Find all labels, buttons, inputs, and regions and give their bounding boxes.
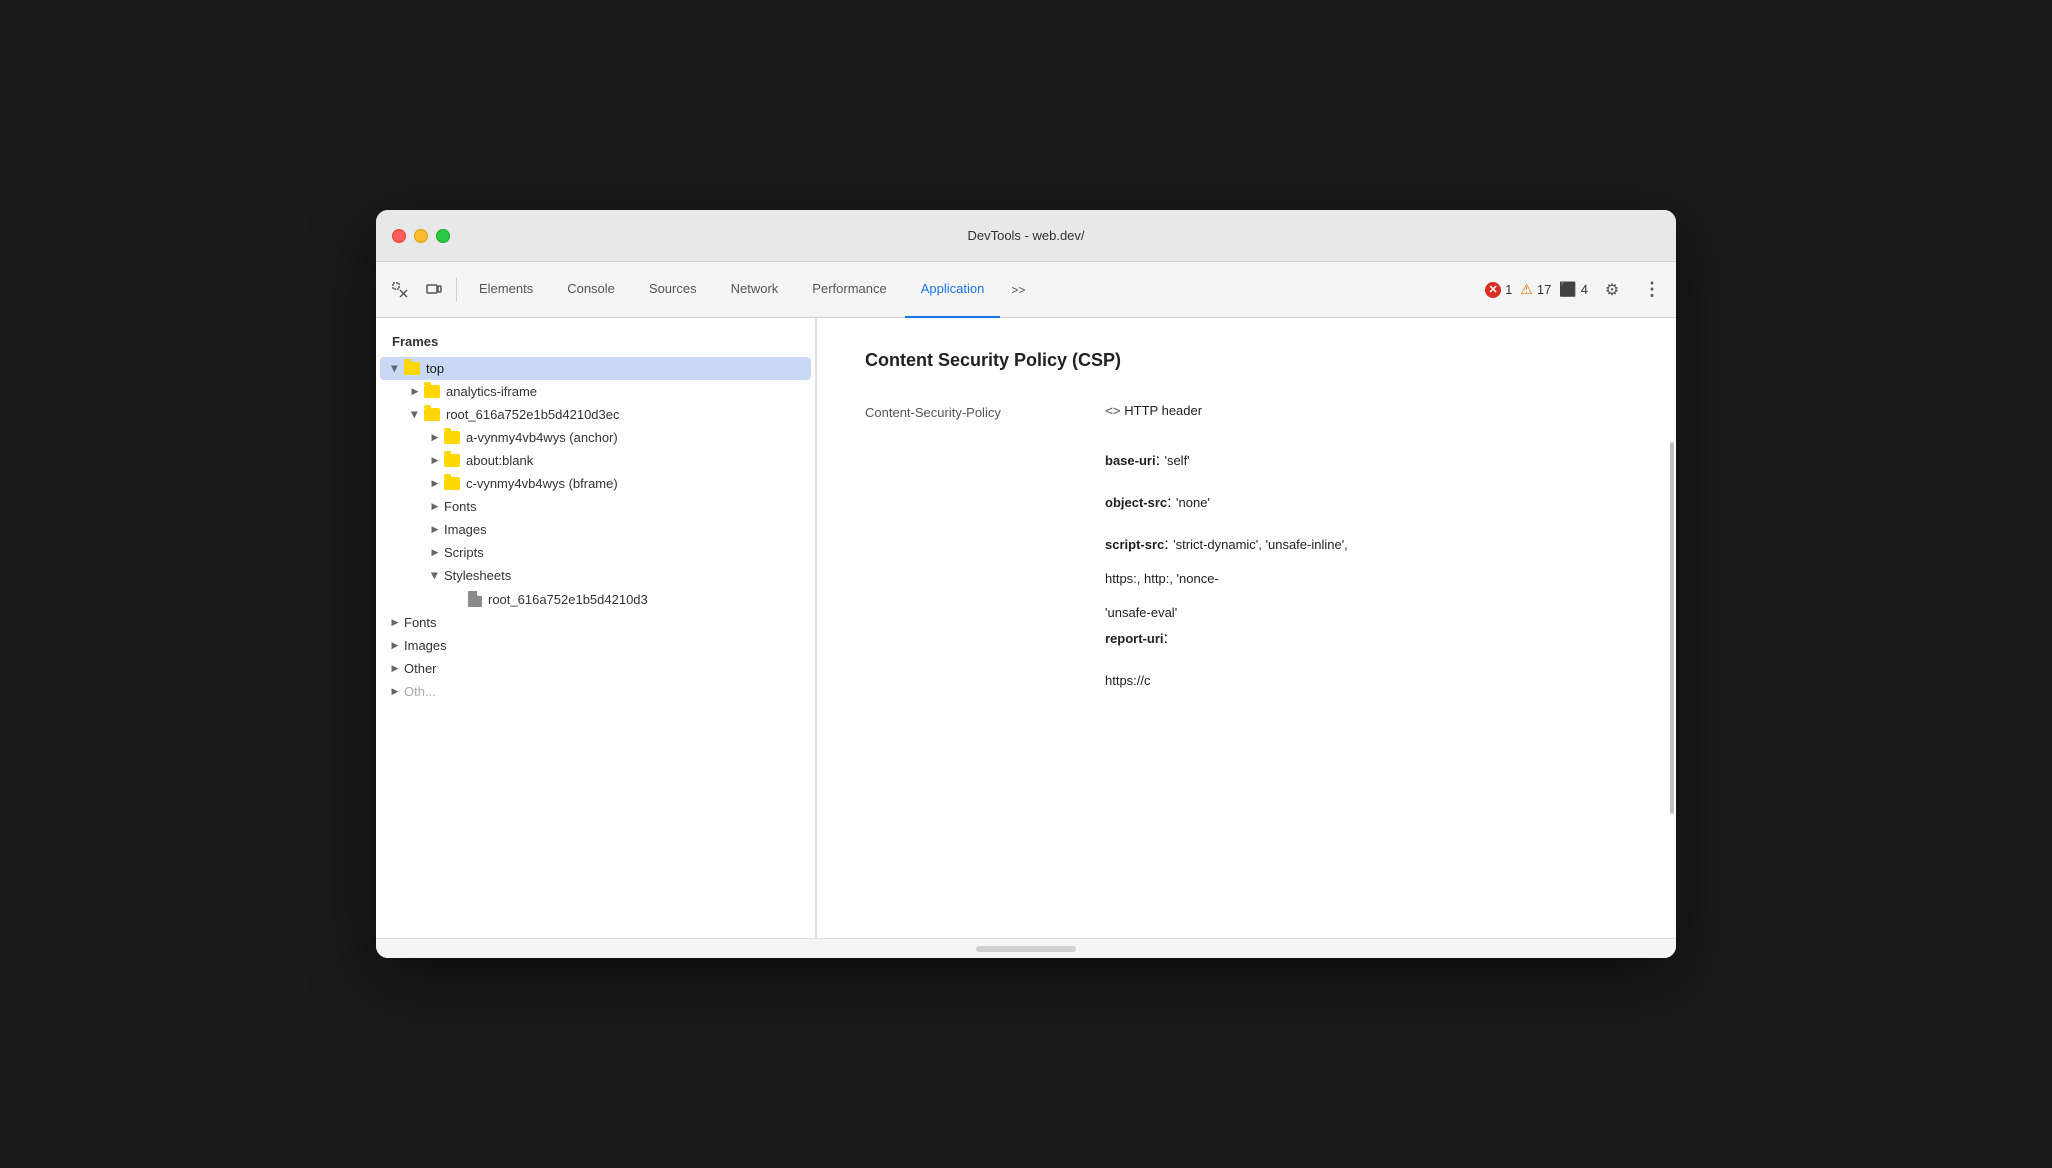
csp-nonce-value: https:, http:, 'nonce- [1105,571,1219,586]
directive-value-base-uri: 'self' [1164,453,1189,468]
warning-triangle-icon: ⚠ [1520,281,1533,298]
csp-continuation-2: 'unsafe-eval' [865,604,1628,622]
tree-item-images-sub[interactable]: ▶ Images [380,518,811,541]
tree-item-stylesheets-sub[interactable]: ▶ Stylesheets [380,564,811,587]
tree-item-fonts-top[interactable]: ▶ Fonts [380,611,811,634]
csp-continuation-1: https:, http:, 'nonce- [865,570,1628,588]
tab-elements[interactable]: Elements [463,262,549,318]
more-tabs-button[interactable]: >> [1002,274,1034,306]
more-menu-button[interactable]: ⋮ [1636,274,1668,306]
inspect-icon-button[interactable] [384,274,416,306]
expand-arrow-images-top: ▶ [388,639,402,653]
directive-name-report-uri: report-uri [1105,631,1164,646]
devtools-window: DevTools - web.dev/ Elements Console Sou… [376,210,1676,958]
traffic-lights [392,229,450,243]
file-icon-ss [468,591,482,607]
csp-header-value: <> HTTP header [1105,403,1628,419]
expand-arrow-more: ▶ [388,685,402,699]
tree-item-analytics-iframe[interactable]: ▶ analytics-iframe [380,380,811,403]
main-panel: Content Security Policy (CSP) Content-Se… [817,318,1676,938]
settings-button[interactable]: ⚙ [1596,274,1628,306]
directive-value-script-src: 'strict-dynamic', 'unsafe-inline', [1173,537,1348,552]
folder-icon-analytics [424,385,440,398]
inspect-icon [392,282,408,298]
expand-arrow-images-sub: ▶ [428,523,442,537]
info-badge[interactable]: ⬛ 4 [1559,281,1588,298]
directive-script-src: script-src: 'strict-dynamic', 'unsafe-in… [865,536,1628,554]
errors-badge[interactable]: ✕ 1 [1485,282,1512,298]
close-button[interactable] [392,229,406,243]
http-header-text: HTTP header [1124,403,1202,418]
tree-item-more[interactable]: ▶ Oth... [380,680,811,703]
tab-network[interactable]: Network [715,262,795,318]
toolbar-divider [456,278,457,302]
tab-application[interactable]: Application [905,262,1001,318]
folder-icon-root [424,408,440,421]
expand-arrow-scripts-sub: ▶ [428,546,442,560]
kebab-menu-icon: ⋮ [1643,279,1661,300]
expand-arrow-about-blank: ▶ [428,454,442,468]
main-content: Frames ▶ top ▶ analytics-iframe ▶ root_6… [376,318,1676,938]
tab-sources[interactable]: Sources [633,262,713,318]
directive-report-uri: report-uri: [865,630,1628,648]
warnings-badge[interactable]: ⚠ 17 [1520,281,1551,298]
folder-icon-about-blank [444,454,460,467]
directive-name-object-src: object-src [1105,495,1167,510]
csp-report-uri-value: https://c [1105,673,1151,688]
expand-arrow-analytics: ▶ [408,385,422,399]
expand-arrow-a-vynmy: ▶ [428,431,442,445]
tree-item-c-vynmy[interactable]: ▶ c-vynmy4vb4wys (bframe) [380,472,811,495]
tree-item-root-frame[interactable]: ▶ root_616a752e1b5d4210d3ec [380,403,811,426]
horizontal-scrollbar[interactable] [976,946,1076,952]
device-icon [426,282,442,298]
csp-continuation-3: https://c [865,672,1628,690]
tree-item-a-vynmy[interactable]: ▶ a-vynmy4vb4wys (anchor) [380,426,811,449]
tree-item-scripts-sub[interactable]: ▶ Scripts [380,541,811,564]
tree-item-stylesheet-file[interactable]: ▶ root_616a752e1b5d4210d3 [380,587,811,611]
csp-unsafe-eval-value: 'unsafe-eval' [1105,605,1177,620]
expand-arrow-stylesheets: ▶ [428,569,442,583]
csp-heading: Content Security Policy (CSP) [865,350,1628,371]
error-circle-icon: ✕ [1485,282,1501,298]
folder-icon-c-vynmy [444,477,460,490]
tab-performance[interactable]: Performance [796,262,902,318]
sidebar-title: Frames [376,326,815,357]
tab-console[interactable]: Console [551,262,631,318]
minimize-button[interactable] [414,229,428,243]
gear-icon: ⚙ [1605,280,1619,300]
tree-item-fonts-sub[interactable]: ▶ Fonts [380,495,811,518]
folder-icon-top [404,362,420,375]
expand-arrow-root: ▶ [408,408,422,422]
tree-item-images-top[interactable]: ▶ Images [380,634,811,657]
csp-header-row: Content-Security-Policy <> HTTP header [865,403,1628,420]
directive-value-object-src: 'none' [1176,495,1210,510]
diamond-brackets-icon: <> [1105,404,1121,419]
maximize-button[interactable] [436,229,450,243]
scrollbar-thumb[interactable] [1670,442,1674,814]
directive-base-uri: base-uri: 'self' [865,452,1628,470]
expand-arrow-fonts-top: ▶ [388,616,402,630]
toolbar-right: ✕ 1 ⚠ 17 ⬛ 4 ⚙ ⋮ [1485,274,1668,306]
window-title: DevTools - web.dev/ [967,228,1084,243]
expand-arrow-c-vynmy: ▶ [428,477,442,491]
expand-arrow-other-top: ▶ [388,662,402,676]
tree-item-top[interactable]: ▶ top [380,357,811,380]
expand-arrow-top: ▶ [388,362,402,376]
directive-object-src: object-src: 'none' [865,494,1628,512]
directive-name-base-uri: base-uri [1105,453,1156,468]
info-icon: ⬛ [1559,281,1576,298]
csp-label: Content-Security-Policy [865,403,1105,420]
expand-arrow-fonts-sub: ▶ [428,500,442,514]
tree-item-other-top[interactable]: ▶ Other [380,657,811,680]
scrollbar-track[interactable] [1668,318,1676,938]
toolbar: Elements Console Sources Network Perform… [376,262,1676,318]
bottom-bar [376,938,1676,958]
sidebar: Frames ▶ top ▶ analytics-iframe ▶ root_6… [376,318,816,938]
folder-icon-a-vynmy [444,431,460,444]
tree-item-about-blank[interactable]: ▶ about:blank [380,449,811,472]
directive-name-script-src: script-src [1105,537,1164,552]
device-toolbar-button[interactable] [418,274,450,306]
titlebar: DevTools - web.dev/ [376,210,1676,262]
